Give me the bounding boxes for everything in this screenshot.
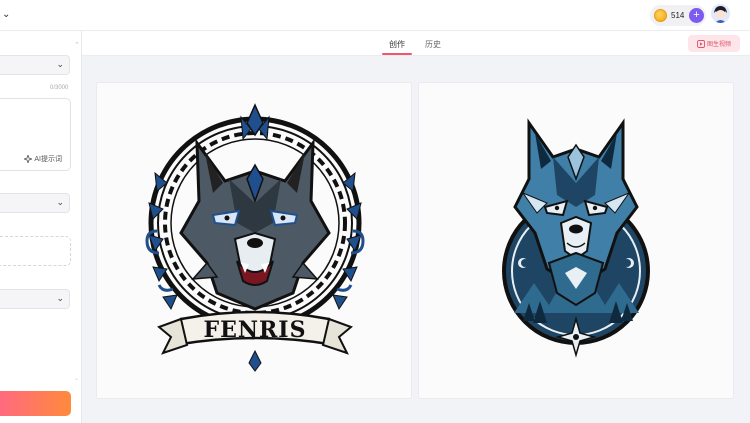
tab-history[interactable]: 历史	[425, 39, 441, 50]
chevron-down-icon: ⌄	[56, 293, 64, 303]
tab-create[interactable]: 创作	[389, 39, 405, 50]
wolf-emblem-fenris-icon: FENRIS	[145, 103, 365, 372]
image-to-video-button[interactable]: 图生视频	[688, 35, 740, 52]
generated-image-1[interactable]: FENRIS	[96, 82, 412, 399]
tab-bar: 创作 历史 图生视频	[82, 31, 750, 56]
reference-upload-area[interactable]	[0, 236, 71, 266]
active-tab-indicator	[382, 53, 412, 55]
add-credits-button[interactable]: +	[689, 8, 704, 23]
credits-badge[interactable]: 514 +	[650, 5, 706, 26]
scroll-down-icon[interactable]: ⌄	[74, 375, 79, 382]
settings-panel: ⌃ ⌄ 0/3000 AI提示词 ⌄ ⌄ ⌄	[0, 31, 82, 423]
char-count: 0/3000	[50, 85, 69, 91]
model-select[interactable]: ⌄	[0, 55, 70, 75]
chevron-down-icon: ⌄	[56, 59, 64, 69]
chevron-down-icon: ⌄	[56, 197, 64, 207]
chevron-down-icon[interactable]: ⌄	[2, 9, 10, 20]
avatar[interactable]	[711, 4, 730, 23]
credit-count: 514	[671, 11, 685, 20]
style-select[interactable]: ⌄	[0, 193, 70, 213]
ai-prompt-button[interactable]: AI提示词	[24, 154, 62, 164]
generate-button[interactable]	[0, 391, 71, 416]
wolf-emblem-blue-icon	[502, 118, 650, 358]
ai-prompt-label: AI提示词	[34, 156, 62, 163]
fenris-banner-text: FENRIS	[204, 317, 307, 343]
generated-image-2[interactable]	[418, 82, 734, 399]
ratio-select[interactable]: ⌄	[0, 289, 70, 309]
coin-icon	[654, 9, 667, 22]
video-icon	[697, 39, 705, 48]
sparkle-icon	[24, 155, 33, 163]
collapse-icon[interactable]: ⌃	[74, 41, 80, 49]
prompt-input[interactable]: AI提示词	[0, 98, 71, 171]
image-to-video-label: 图生视频	[706, 42, 731, 48]
top-bar: ⌄ 514 +	[0, 0, 750, 31]
